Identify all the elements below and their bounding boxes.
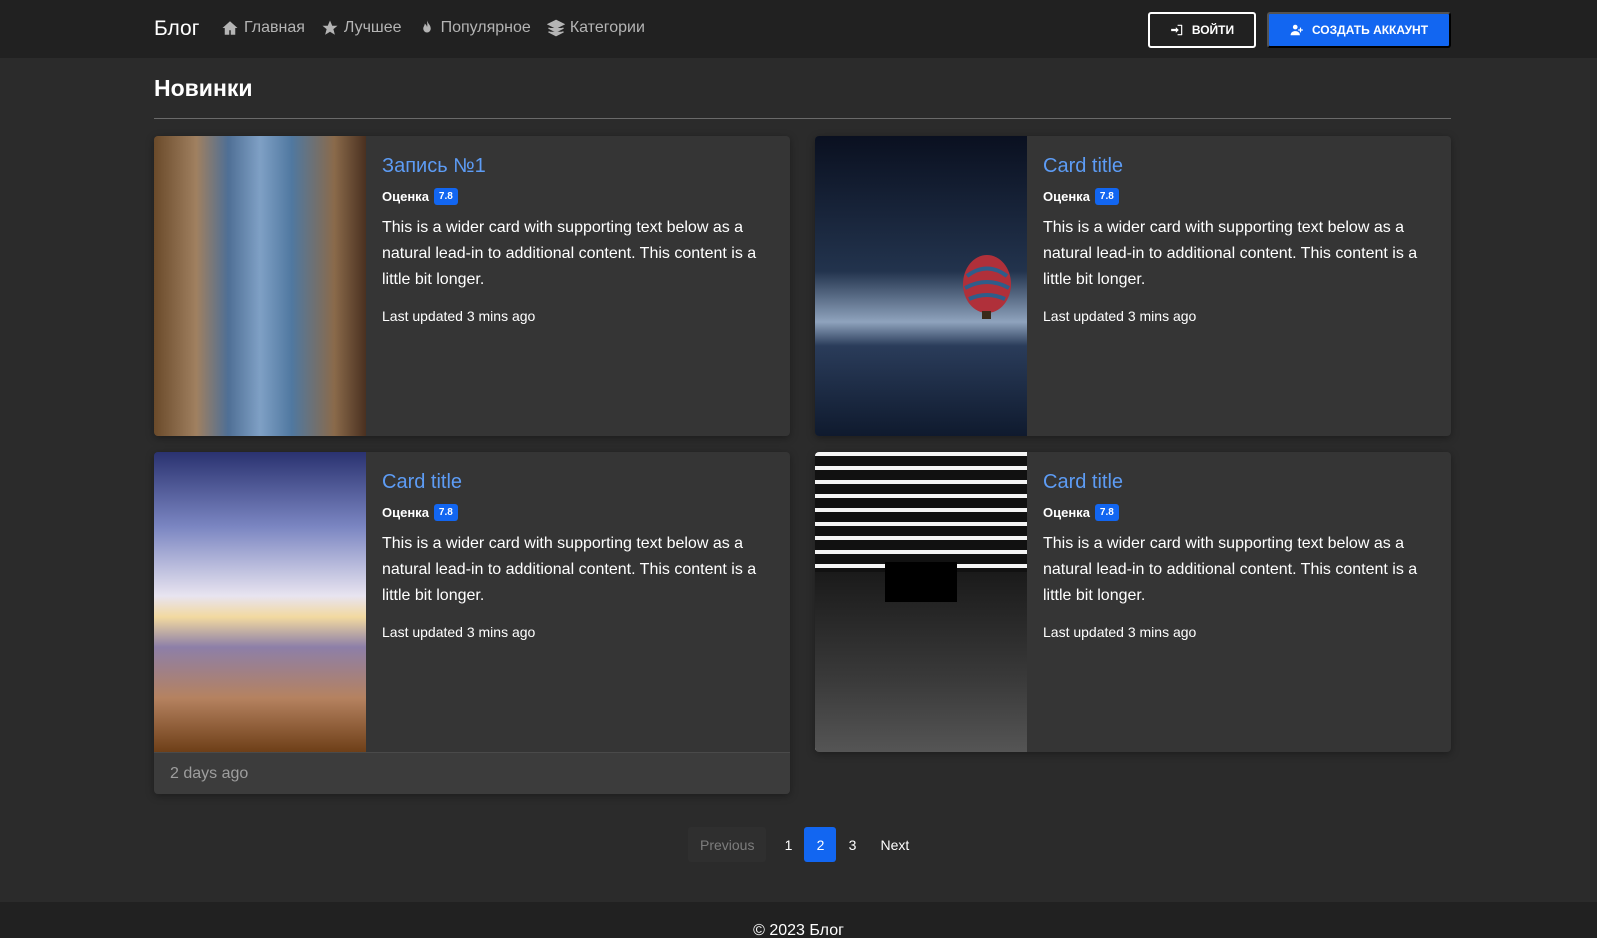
- rating-label: Оценка: [382, 505, 429, 520]
- nav-links: Главная Лучшее Популярное Категории: [221, 19, 645, 37]
- card-title[interactable]: Card title: [1043, 468, 1435, 496]
- card-updated: Last updated 3 mins ago: [382, 624, 536, 640]
- star-icon: [322, 20, 338, 35]
- pagination: Previous 1 2 3 Next: [688, 827, 921, 862]
- card-footer: 2 days ago: [154, 752, 790, 794]
- nav-link-label: Популярное: [440, 19, 531, 36]
- card-text: This is a wider card with supporting tex…: [382, 535, 757, 604]
- post-card: Запись №1 Оценка 7.8 This is a wider car…: [154, 136, 790, 436]
- brand-logo[interactable]: Блог: [154, 17, 199, 41]
- pagination-page-1[interactable]: 1: [772, 827, 804, 862]
- card-title[interactable]: Запись №1: [382, 152, 774, 180]
- copyright-text: © 2023 Блог: [753, 922, 844, 938]
- pagination-next[interactable]: Next: [868, 827, 921, 862]
- card-image[interactable]: [815, 452, 1027, 752]
- card-image[interactable]: [154, 136, 366, 436]
- card-text: This is a wider card with supporting tex…: [1043, 535, 1418, 604]
- card-updated: Last updated 3 mins ago: [382, 308, 536, 324]
- navbar: Блог Главная Лучшее Популярное Категории…: [0, 0, 1597, 58]
- layers-icon: [546, 19, 565, 37]
- login-label: ВОЙТИ: [1191, 23, 1235, 37]
- create-account-button[interactable]: СОЗДАТЬ АККАУНТ: [1267, 12, 1451, 48]
- footer: © 2023 Блог: [0, 902, 1597, 938]
- card-title[interactable]: Card title: [1043, 152, 1435, 180]
- card-text: This is a wider card with supporting tex…: [1043, 219, 1418, 288]
- nav-link-label: Категории: [569, 19, 645, 36]
- nav-link-home[interactable]: Главная: [221, 19, 305, 37]
- post-card: Card title Оценка 7.8 This is a wider ca…: [154, 452, 790, 794]
- card-image[interactable]: [815, 136, 1027, 436]
- pagination-page-3[interactable]: 3: [836, 827, 868, 862]
- pagination-previous[interactable]: Previous: [688, 827, 767, 862]
- login-button[interactable]: ВОЙТИ: [1148, 12, 1256, 48]
- rating-badge: 7.8: [433, 188, 458, 205]
- nav-link-popular[interactable]: Популярное: [418, 19, 531, 37]
- balloon-illustration: [963, 255, 1011, 319]
- nav-link-categories[interactable]: Категории: [546, 19, 645, 37]
- create-account-label: СОЗДАТЬ АККАУНТ: [1311, 23, 1429, 37]
- rating: Оценка 7.8: [1043, 188, 1435, 205]
- rating-label: Оценка: [1043, 505, 1090, 520]
- card-updated: Last updated 3 mins ago: [1043, 308, 1197, 324]
- card-title[interactable]: Card title: [382, 468, 774, 496]
- post-card: Card title Оценка 7.8 This is a wider ca…: [815, 136, 1451, 436]
- sign-in-icon: [1171, 24, 1183, 36]
- card-updated: Last updated 3 mins ago: [1043, 624, 1197, 640]
- nav-link-best[interactable]: Лучшее: [321, 19, 402, 37]
- rating: Оценка 7.8: [382, 504, 774, 521]
- rating-badge: 7.8: [1094, 188, 1119, 205]
- home-icon: [222, 21, 238, 35]
- rating-label: Оценка: [382, 189, 429, 204]
- rating-label: Оценка: [1043, 189, 1090, 204]
- user-plus-icon: [1290, 24, 1303, 36]
- rating-badge: 7.8: [1094, 504, 1119, 521]
- rating: Оценка 7.8: [382, 188, 774, 205]
- rating: Оценка 7.8: [1043, 504, 1435, 521]
- card-image[interactable]: [154, 452, 366, 752]
- divider: [154, 118, 1451, 119]
- post-card: Card title Оценка 7.8 This is a wider ca…: [815, 452, 1451, 752]
- rating-badge: 7.8: [433, 504, 458, 521]
- tunnel-end: [885, 562, 957, 602]
- page-title: Новинки: [154, 75, 253, 101]
- card-text: This is a wider card with supporting tex…: [382, 219, 757, 288]
- nav-link-label: Главная: [244, 19, 305, 36]
- fire-icon: [422, 20, 431, 33]
- pagination-page-2[interactable]: 2: [804, 827, 837, 862]
- nav-link-label: Лучшее: [343, 19, 402, 36]
